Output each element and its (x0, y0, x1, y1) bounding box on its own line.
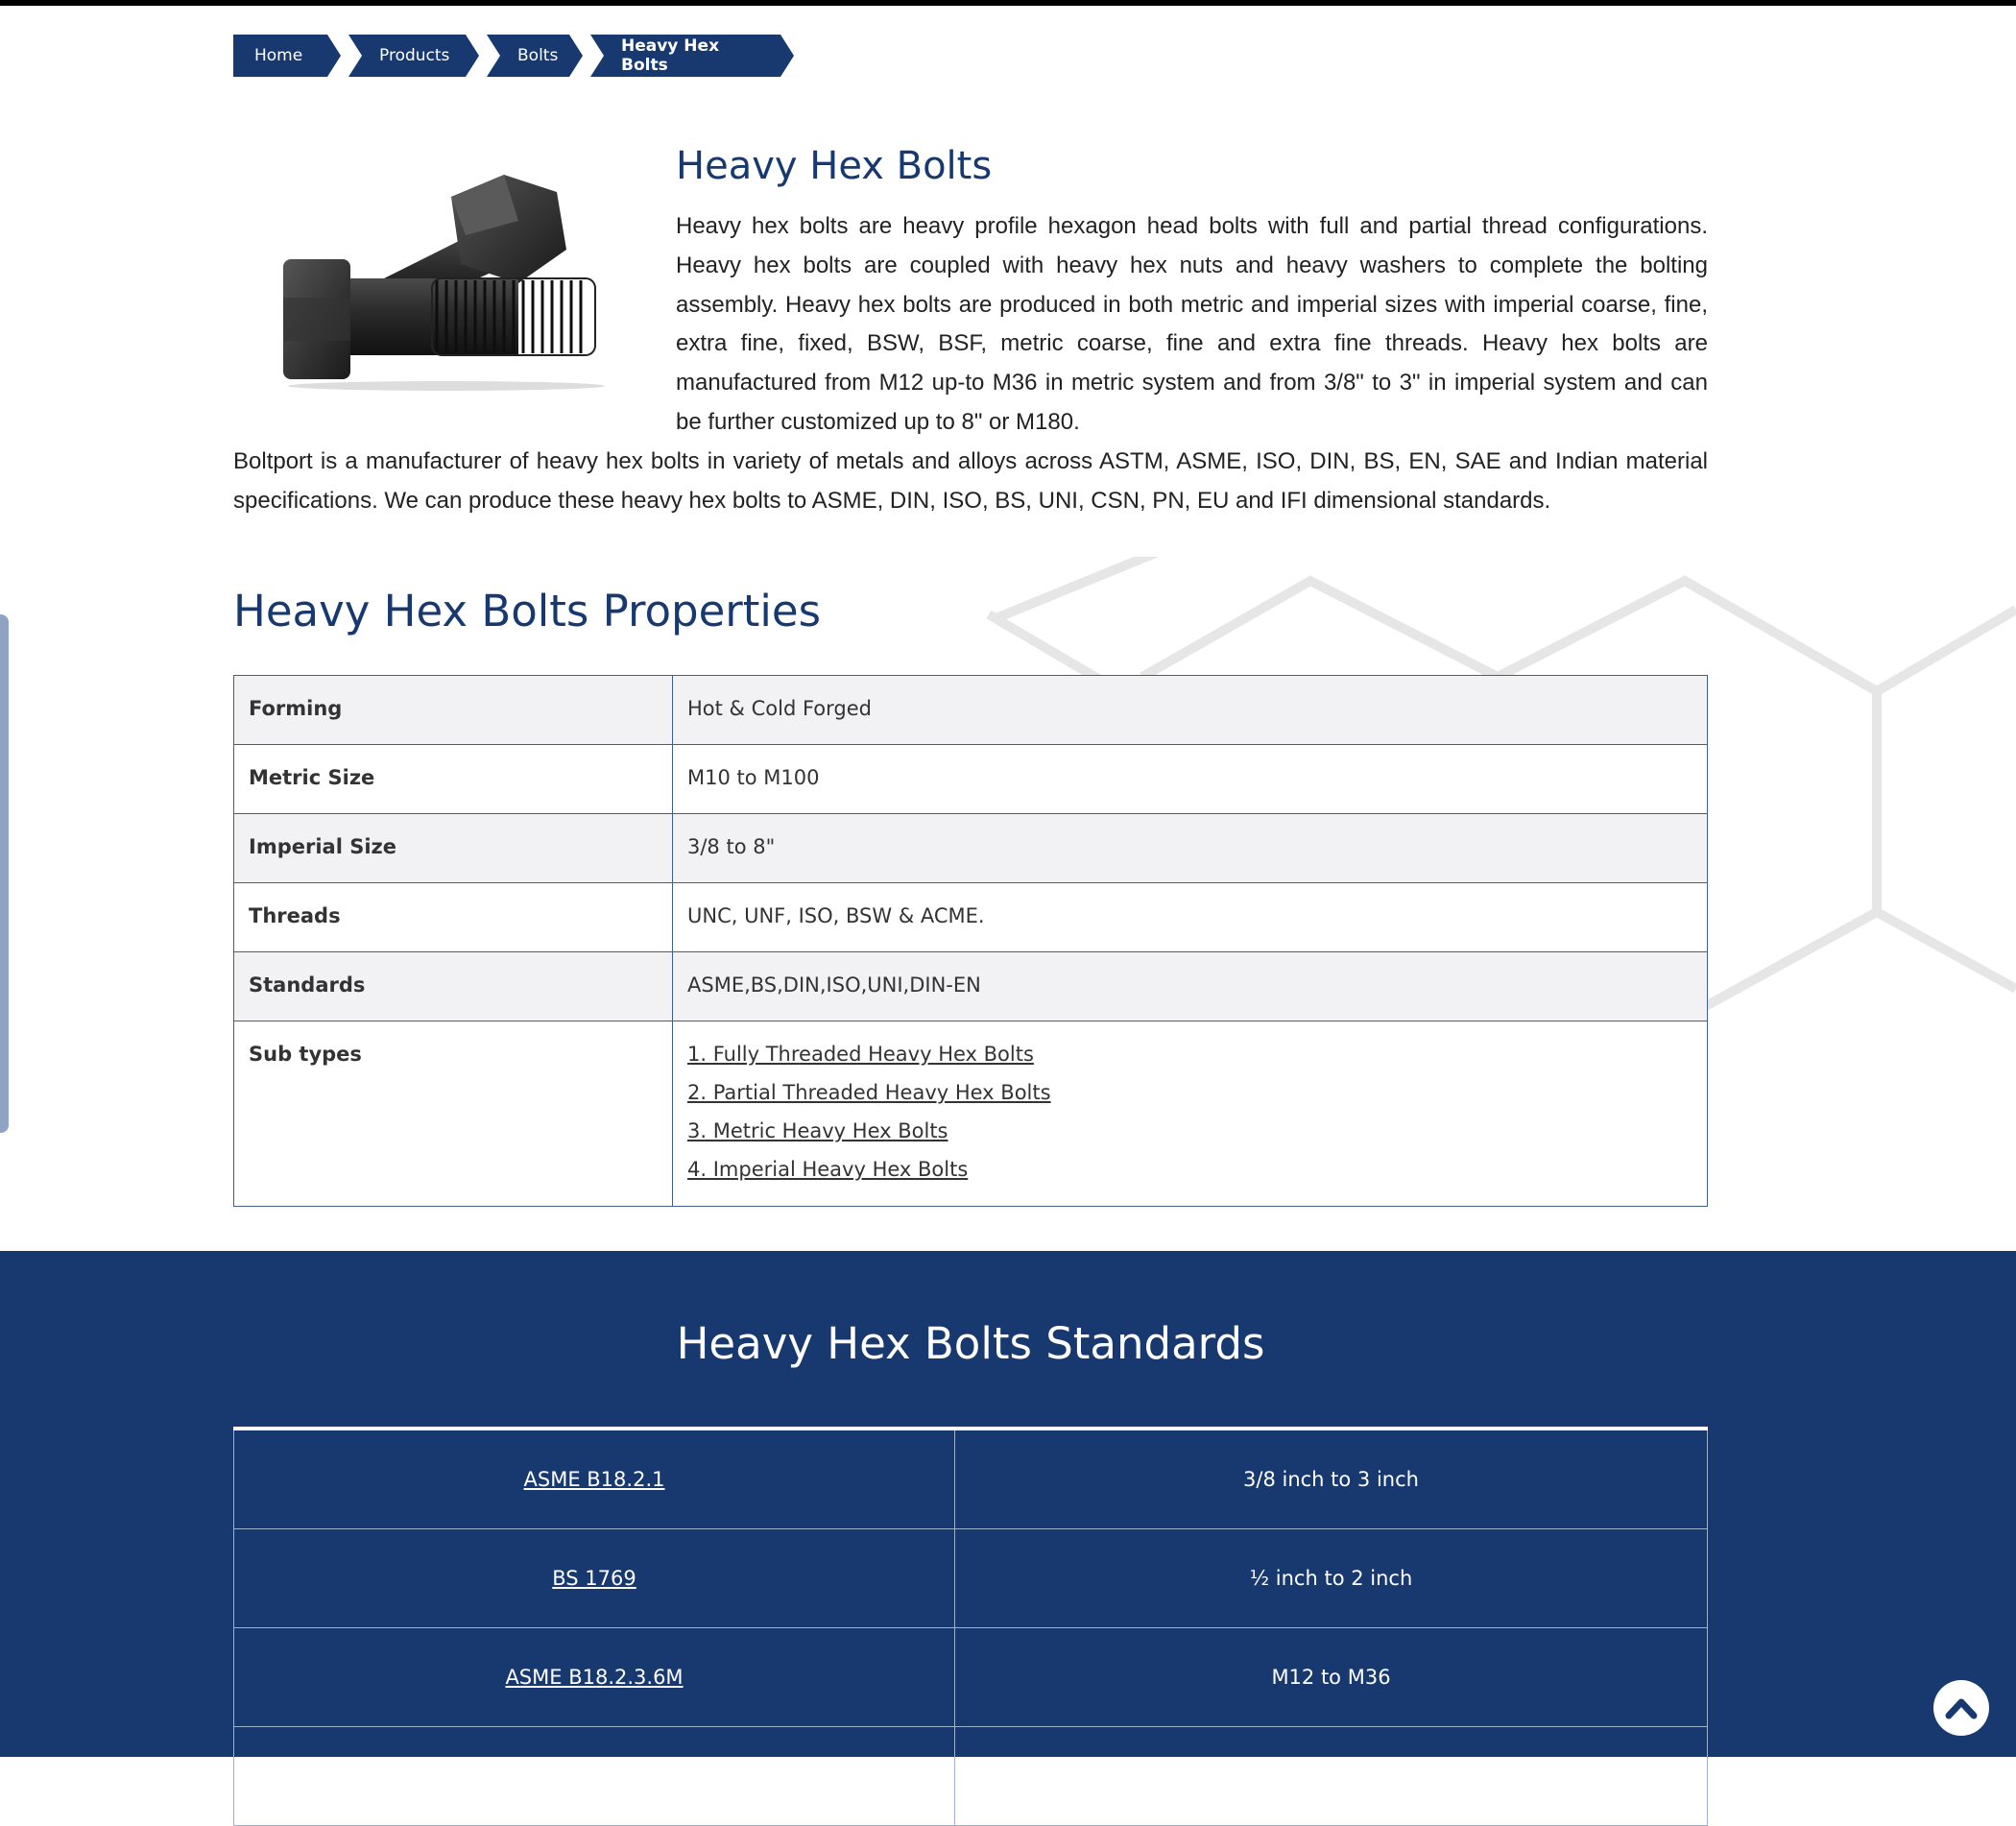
size-range (954, 1726, 1708, 1826)
properties-heading: Heavy Hex Bolts Properties (233, 586, 822, 637)
properties-table: Forming Hot & Cold Forged Metric Size M1… (233, 675, 1708, 1207)
standard-link[interactable]: ASME B18.2.3.6M (505, 1666, 683, 1689)
table-row: Threads UNC, UNF, ISO, BSW & ACME. (233, 882, 1708, 952)
property-value: Hot & Cold Forged (672, 675, 1708, 745)
property-key: Standards (233, 951, 673, 1021)
standards-table: ASME B18.2.1 3/8 inch to 3 inch BS 1769 … (233, 1427, 1708, 1826)
property-value: ASME,BS,DIN,ISO,UNI,DIN-EN (672, 951, 1708, 1021)
chevron-up-icon (1945, 1698, 1978, 1719)
size-range: M12 to M36 (954, 1627, 1708, 1727)
subtype-link-fully-threaded[interactable]: 1. Fully Threaded Heavy Hex Bolts (687, 1035, 1692, 1073)
property-key: Imperial Size (233, 813, 673, 883)
side-feedback-tab[interactable] (0, 614, 9, 1133)
breadcrumb-current: Heavy Hex Bolts (590, 35, 794, 77)
standard-cell: ASME B18.2.1 (233, 1428, 955, 1529)
standard-link[interactable]: BS 1769 (552, 1567, 636, 1590)
standards-section: Heavy Hex Bolts Standards ASME B18.2.1 3… (0, 1251, 2016, 1826)
subtype-link-partial-threaded[interactable]: 2. Partial Threaded Heavy Hex Bolts (687, 1073, 1692, 1112)
scroll-to-top-button[interactable] (1933, 1680, 1989, 1736)
table-row: Metric Size M10 to M100 (233, 744, 1708, 814)
property-value: M10 to M100 (672, 744, 1708, 814)
subtype-link-metric[interactable]: 3. Metric Heavy Hex Bolts (687, 1112, 1692, 1150)
breadcrumb-products[interactable]: Products (348, 35, 479, 77)
breadcrumb: Home Products Bolts Heavy Hex Bolts (233, 35, 802, 77)
table-row: BS 1769 ½ inch to 2 inch (233, 1528, 1708, 1628)
property-key: Sub types (233, 1021, 673, 1207)
subtypes-list: 1. Fully Threaded Heavy Hex Bolts 2. Par… (672, 1021, 1708, 1207)
page-title: Heavy Hex Bolts (676, 144, 993, 188)
standard-cell (233, 1726, 955, 1826)
table-row: Imperial Size 3/8 to 8" (233, 813, 1708, 883)
table-row: ASME B18.2.3.6M M12 to M36 (233, 1627, 1708, 1727)
product-description: Heavy hex bolts are heavy profile hexago… (676, 213, 1708, 435)
size-range: 3/8 inch to 3 inch (954, 1428, 1708, 1529)
table-row (233, 1726, 1708, 1826)
breadcrumb-bolts[interactable]: Bolts (487, 35, 583, 77)
table-row: Sub types 1. Fully Threaded Heavy Hex Bo… (233, 1021, 1708, 1207)
property-value: UNC, UNF, ISO, BSW & ACME. (672, 882, 1708, 952)
table-row: Standards ASME,BS,DIN,ISO,UNI,DIN-EN (233, 951, 1708, 1021)
table-row: ASME B18.2.1 3/8 inch to 3 inch (233, 1428, 1708, 1529)
property-value: 3/8 to 8" (672, 813, 1708, 883)
heavy-hex-bolt-image (283, 175, 605, 391)
property-key: Forming (233, 675, 673, 745)
property-key: Metric Size (233, 744, 673, 814)
property-key: Threads (233, 882, 673, 952)
standard-cell: BS 1769 (233, 1528, 955, 1628)
manufacturer-description: Boltport is a manufacturer of heavy hex … (233, 448, 1708, 514)
standard-cell: ASME B18.2.3.6M (233, 1627, 955, 1727)
size-range: ½ inch to 2 inch (954, 1528, 1708, 1628)
standard-link[interactable]: ASME B18.2.1 (524, 1468, 665, 1491)
subtype-link-imperial[interactable]: 4. Imperial Heavy Hex Bolts (687, 1150, 1692, 1189)
standards-heading: Heavy Hex Bolts Standards (676, 1318, 1265, 1369)
table-row: Forming Hot & Cold Forged (233, 675, 1708, 745)
top-bar (0, 0, 2016, 6)
breadcrumb-home[interactable]: Home (233, 35, 341, 77)
